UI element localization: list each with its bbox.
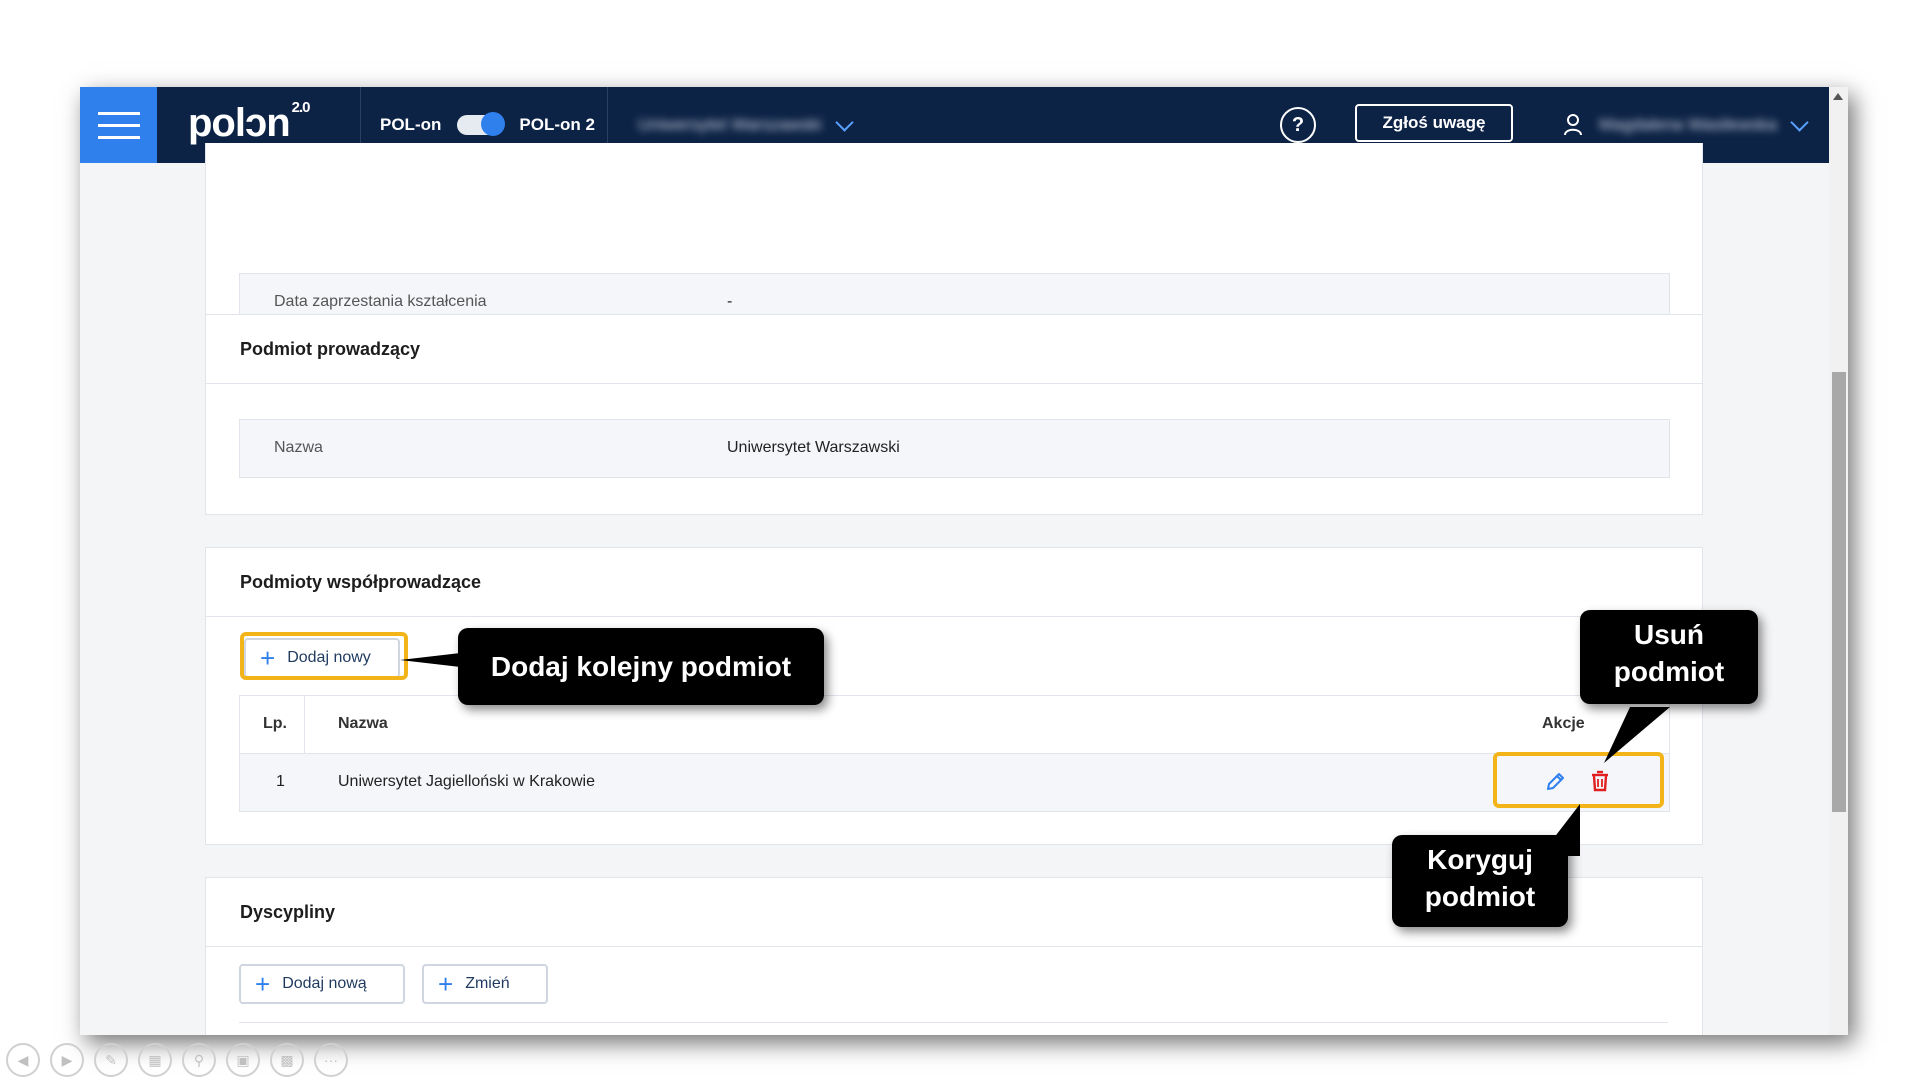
add-discipline-label: Dodaj nową [282, 975, 367, 992]
co-entities-title: Podmioty współprowadzące [240, 572, 482, 592]
app-logo[interactable]: polɔn 2.0 [188, 98, 311, 146]
callout-delete-line1: Usuń [1634, 619, 1704, 650]
table-row: 1 Uniwersytet Jagielloński w Krakowie [240, 754, 1669, 811]
logo-version: 2.0 [291, 98, 311, 116]
lead-entity-name-label: Nazwa [274, 439, 323, 456]
change-discipline-label: Zmień [465, 975, 510, 992]
callout-edit-line2: podmiot [1424, 881, 1536, 912]
scrollbar-thumb[interactable] [1832, 372, 1846, 812]
subtitles-icon[interactable]: ▣ [226, 1043, 260, 1077]
column-header-lp: Lp. [263, 715, 287, 732]
callout-delete-entity: Usuń podmiot [1580, 610, 1758, 704]
co-entities-table: Lp. Nazwa Akcje 1 Uniwersytet Jagiellońs… [239, 695, 1670, 812]
pen-icon[interactable]: ✎ [94, 1043, 128, 1077]
callout-edit-line1: Koryguj [1427, 844, 1533, 875]
divider [206, 946, 1702, 947]
app-window: polɔn 2.0 POL-on POL-on 2 Uniwersytet War… [80, 87, 1848, 1035]
row-lp: 1 [276, 773, 285, 790]
help-icon[interactable]: ? [1280, 107, 1316, 143]
user-name: Magdalena Wasilewska [1599, 115, 1777, 134]
university-select-value: Uniwersytet Warszawski [638, 115, 822, 134]
camera-off-icon[interactable]: ▩ [270, 1043, 304, 1077]
previous-icon[interactable]: ◀ [6, 1043, 40, 1077]
plus-icon: + [255, 969, 271, 999]
add-discipline-button[interactable]: + Dodaj nową [239, 964, 405, 1004]
scroll-up-arrow-icon[interactable] [1833, 93, 1843, 100]
lead-entity-name-value: Uniwersytet Warszawski [727, 439, 900, 456]
chevron-down-icon [834, 112, 854, 132]
hamburger-menu-button[interactable] [80, 87, 157, 163]
add-button-highlight [240, 632, 408, 680]
stop-date-value: - [727, 293, 733, 310]
version-switch[interactable] [457, 112, 506, 136]
user-icon [1564, 114, 1582, 136]
lead-entity-name-row: Nazwa Uniwersytet Warszawski [239, 419, 1670, 478]
lead-entity-title: Podmiot prowadzący [240, 339, 421, 359]
callout-delete-line2: podmiot [1613, 656, 1725, 687]
co-entities-card: Podmioty współprowadzące + Dodaj nowy Lp… [205, 547, 1703, 845]
toggle-right-label: POL-on 2 [519, 115, 595, 134]
chevron-down-icon [1790, 112, 1809, 132]
logo-text: polɔn [188, 101, 291, 145]
stop-date-label: Data zaprzestania kształcenia [274, 293, 487, 310]
disciplines-title: Dyscypliny [240, 902, 336, 922]
row-name: Uniwersytet Jagielloński w Krakowie [338, 773, 595, 790]
divider [206, 616, 1702, 617]
report-issue-button[interactable]: Zgłoś uwagę [1355, 104, 1513, 142]
callout-edit-entity: Koryguj podmiot [1392, 835, 1568, 927]
next-icon[interactable]: ▶ [50, 1043, 84, 1077]
presentation-toolbar: ◀ ▶ ✎ ▦ ⚲ ▣ ▩ ··· [6, 1043, 348, 1077]
callout-pointer [1604, 707, 1670, 763]
toggle-left-label: POL-on [380, 115, 442, 134]
slides-icon[interactable]: ▦ [138, 1043, 172, 1077]
table-header: Lp. Nazwa Akcje [240, 696, 1669, 810]
change-discipline-button[interactable]: + Zmień [422, 964, 548, 1004]
column-header-actions: Akcje [1542, 715, 1585, 732]
plus-icon: + [438, 969, 454, 999]
table-top-border [239, 1022, 1668, 1023]
lead-entity-card: Podmiot prowadzący Nazwa Uniwersytet War… [205, 314, 1703, 515]
more-icon[interactable]: ··· [314, 1043, 348, 1077]
callout-add-entity: Dodaj kolejny podmiot [458, 628, 824, 705]
column-header-name: Nazwa [338, 715, 388, 732]
zoom-icon[interactable]: ⚲ [182, 1043, 216, 1077]
divider [206, 383, 1702, 384]
